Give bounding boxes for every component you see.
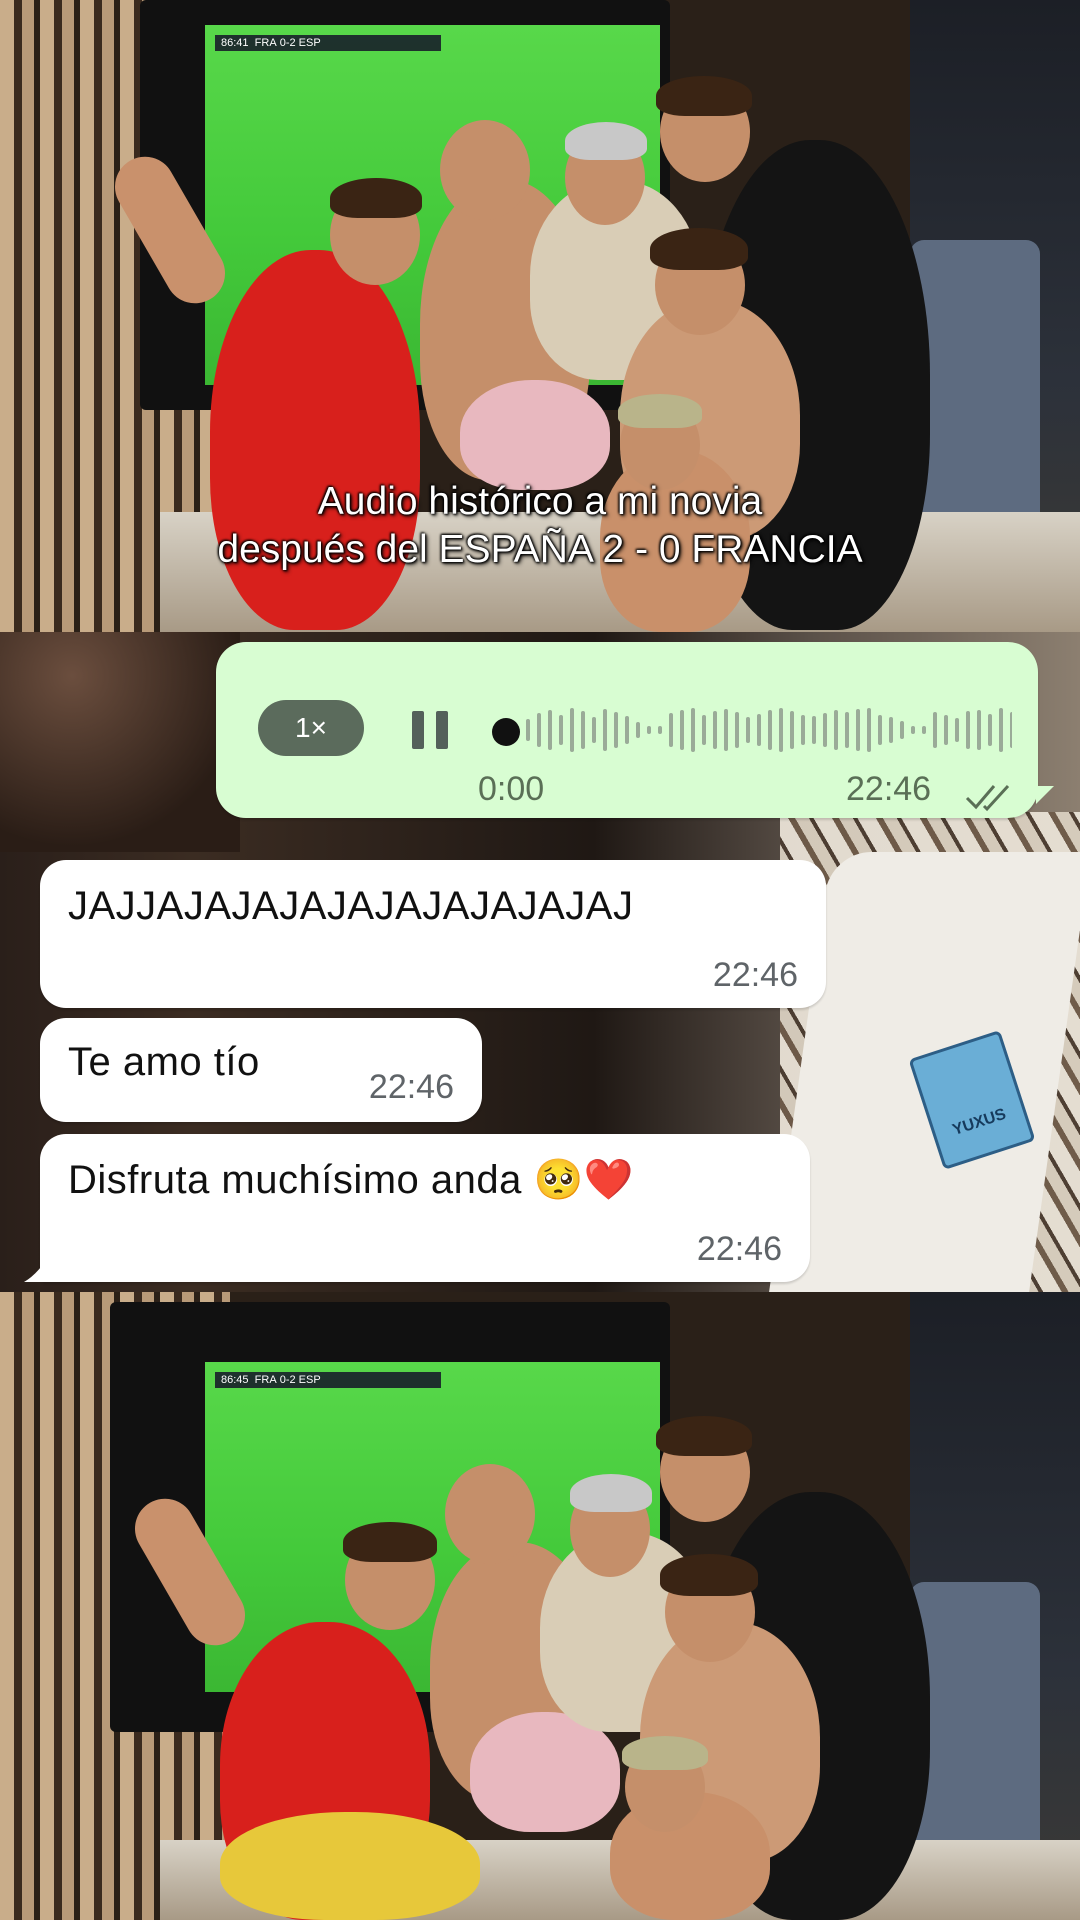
tv-scoreboard: 86:41 FRA 0-2 ESP <box>215 35 441 51</box>
waveform-bar <box>845 712 849 748</box>
waveform-bar <box>1010 712 1012 748</box>
person-hair <box>660 1554 758 1596</box>
message-text: Disfruta muchísimo anda 🥺❤️ <box>68 1158 635 1202</box>
waveform[interactable] <box>512 700 1012 760</box>
voice-sent-time: 22:46 <box>846 770 932 808</box>
waveform-bar <box>779 708 783 752</box>
waveform-bar <box>713 711 717 749</box>
waveform-bar <box>999 708 1003 752</box>
flag <box>220 1812 480 1920</box>
playback-speed-button[interactable]: 1× <box>258 700 364 756</box>
waveform-bar <box>526 719 530 741</box>
message-text: JAJJAJAJAJAJAJAJAJAJAJAJ <box>68 884 634 928</box>
waveform-bar <box>570 708 574 752</box>
waveform-bar <box>537 713 541 747</box>
waveform-bar <box>603 709 607 751</box>
waveform-bar <box>977 710 981 750</box>
waveform-bar <box>680 710 684 750</box>
caption: Audio histórico a mi novia después del E… <box>0 478 1080 574</box>
person-head <box>440 120 530 220</box>
waveform-bar <box>878 715 882 745</box>
person-hair <box>330 178 422 218</box>
waveform-bar <box>823 713 827 747</box>
waveform-bar <box>614 712 618 748</box>
waveform-bar <box>856 709 860 751</box>
tv-scoreboard: 86:45 FRA 0-2 ESP <box>215 1372 441 1388</box>
waveform-bar <box>911 726 915 734</box>
waveform-bar <box>548 710 552 750</box>
waveform-bar <box>581 711 585 749</box>
waveform-bar <box>944 715 948 745</box>
waveform-bar <box>988 714 992 746</box>
chat-panel: YUXUS 1× 0:00 22:46 JAJJAJAJAJAJAJAJAJAJ… <box>0 632 1080 1292</box>
waveform-bar <box>812 716 816 744</box>
waveform-bar <box>636 722 640 738</box>
waveform-bar <box>625 716 629 744</box>
caption-line-2: después del ESPAÑA 2 - 0 FRANCIA <box>217 528 863 571</box>
waveform-bar <box>669 713 673 747</box>
waveform-bar <box>592 717 596 743</box>
pink-shorts <box>460 380 610 490</box>
person-hair <box>343 1522 437 1562</box>
waveform-bar <box>768 710 772 750</box>
message-text: Te amo tío <box>68 1040 260 1084</box>
waveform-bar <box>900 721 904 739</box>
waveform-bar <box>922 726 926 734</box>
caption-line-1: Audio histórico a mi novia <box>317 480 763 523</box>
message-bubble[interactable]: JAJJAJAJAJAJAJAJAJAJAJAJ 22:46 <box>40 860 826 1008</box>
message-time: 22:46 <box>712 956 798 994</box>
waveform-bar <box>691 708 695 752</box>
bottom-photo: 86:45 FRA 0-2 ESP <box>0 1292 1080 1920</box>
cap <box>565 122 647 160</box>
waveform-bar <box>724 709 728 751</box>
waveform-bar <box>834 710 838 750</box>
person-hair <box>622 1736 708 1770</box>
waveform-bar <box>559 715 563 745</box>
waveform-bar <box>867 708 871 752</box>
waveform-bar <box>647 726 651 734</box>
person-hair <box>650 228 748 270</box>
waveform-bar <box>790 711 794 749</box>
double-check-icon <box>965 784 1010 812</box>
waveform-bar <box>801 715 805 745</box>
person-hair <box>618 394 702 428</box>
waveform-bar <box>746 717 750 743</box>
shirt-label-text: YUXUS <box>950 1105 1009 1139</box>
message-bubble[interactable]: Te amo tío 22:46 <box>40 1018 482 1122</box>
person-hair <box>656 1416 752 1456</box>
waveform-bar <box>757 714 761 746</box>
waveform-bar <box>966 711 970 749</box>
voice-position-time: 0:00 <box>478 770 545 808</box>
waveform-bar <box>955 718 959 742</box>
bubble-tail <box>1036 786 1054 804</box>
voice-message-bubble[interactable]: 1× 0:00 22:46 <box>216 642 1038 818</box>
top-photo: 86:41 FRA 0-2 ESP Audio histórico a mi n… <box>0 0 1080 632</box>
background-face <box>0 632 240 852</box>
playback-scrubber[interactable] <box>492 718 520 746</box>
message-bubble[interactable]: Disfruta muchísimo anda 🥺❤️ 22:46 <box>40 1134 810 1282</box>
bubble-tail-incoming <box>24 1254 50 1282</box>
waveform-bar <box>889 717 893 743</box>
message-time: 22:46 <box>696 1230 782 1268</box>
person-head <box>445 1464 535 1564</box>
person-hair <box>656 76 752 116</box>
waveform-bar <box>658 726 662 734</box>
waveform-bar <box>702 715 706 745</box>
message-time: 22:46 <box>368 1068 454 1106</box>
waveform-bar <box>735 712 739 748</box>
pause-icon[interactable] <box>412 711 448 749</box>
cap <box>570 1474 652 1512</box>
waveform-bar <box>933 712 937 748</box>
